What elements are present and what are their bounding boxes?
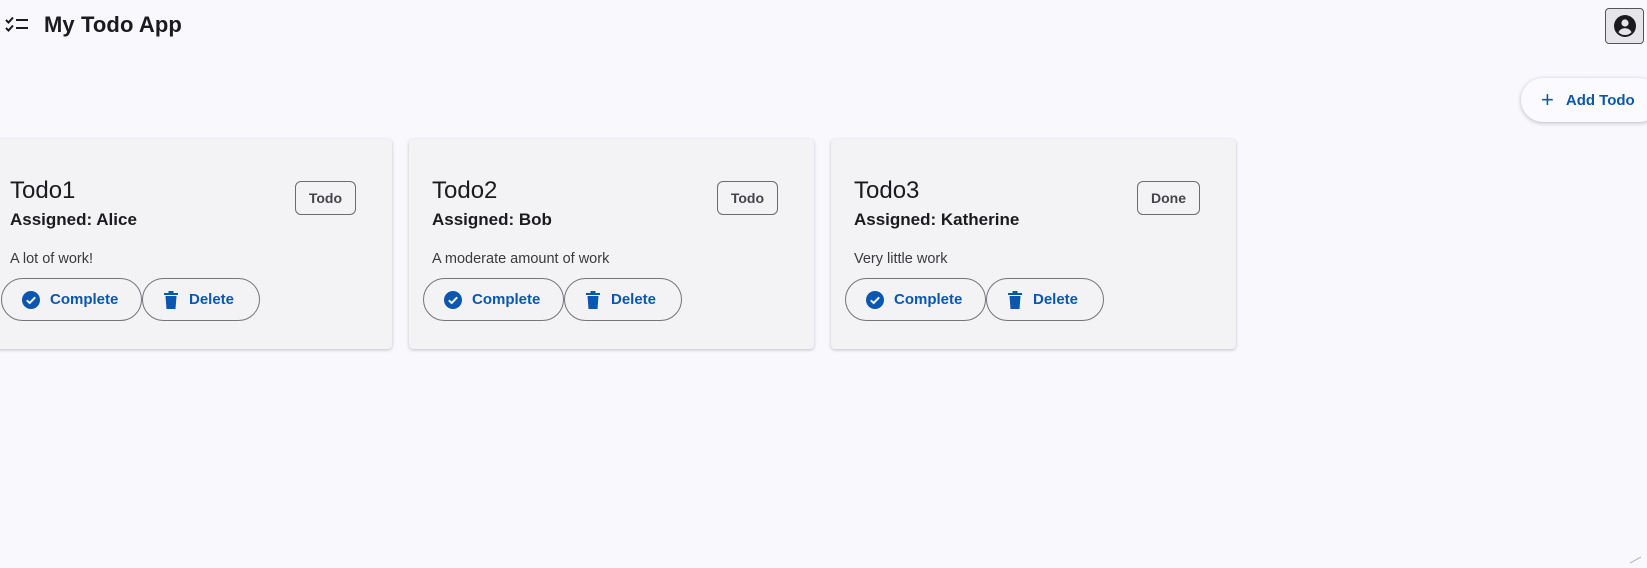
todo-card: Todo3 Assigned: Katherine Done Very litt…	[831, 139, 1236, 349]
todo-actions: Complete Delete	[845, 278, 1104, 321]
complete-label: Complete	[472, 291, 541, 308]
todo-assignee: Assigned: Katherine	[854, 210, 1020, 229]
complete-label: Complete	[894, 291, 963, 308]
add-todo-label: Add Todo	[1565, 91, 1635, 109]
app-bar: My Todo App	[0, 0, 1647, 52]
todo-description: A lot of work!	[10, 251, 94, 267]
complete-label: Complete	[50, 291, 119, 308]
todo-card: Todo1 Assigned: Alice Todo A lot of work…	[0, 139, 392, 349]
check-circle-icon	[22, 290, 40, 309]
todo-title: Todo3	[854, 177, 920, 204]
trash-icon	[586, 290, 600, 309]
status-badge: Todo	[716, 181, 778, 215]
plus-icon: +	[1541, 87, 1554, 112]
delete-label: Delete	[189, 291, 235, 308]
app-title: My Todo App	[44, 12, 182, 37]
check-circle-icon	[444, 290, 462, 309]
complete-button[interactable]: Complete	[423, 278, 564, 321]
trash-icon	[1008, 290, 1022, 309]
trash-icon	[164, 290, 178, 309]
todo-description: Very little work	[854, 251, 948, 267]
todo-assignee: Assigned: Alice	[10, 210, 137, 229]
account-circle-icon	[1613, 15, 1636, 37]
todo-actions: Complete Delete	[423, 278, 682, 321]
todo-actions: Complete Delete	[1, 278, 260, 321]
delete-button[interactable]: Delete	[142, 278, 260, 321]
status-badge: Todo	[294, 181, 356, 215]
todo-description: A moderate amount of work	[432, 251, 610, 267]
todo-title: Todo1	[10, 177, 76, 204]
account-button[interactable]	[1605, 8, 1644, 44]
complete-button[interactable]: Complete	[1, 278, 142, 321]
status-badge: Done	[1137, 181, 1200, 215]
delete-label: Delete	[1033, 291, 1079, 308]
delete-button[interactable]: Delete	[564, 278, 682, 321]
delete-button[interactable]: Delete	[986, 278, 1104, 321]
resize-handle-icon[interactable]	[1628, 556, 1642, 564]
todo-title: Todo2	[432, 177, 498, 204]
todo-assignee: Assigned: Bob	[432, 210, 552, 229]
check-circle-icon	[866, 290, 884, 309]
todo-card: Todo2 Assigned: Bob Todo A moderate amou…	[409, 139, 814, 349]
add-todo-button[interactable]: + Add Todo	[1521, 78, 1647, 122]
delete-label: Delete	[611, 291, 657, 308]
checklist-icon	[5, 16, 28, 32]
complete-button[interactable]: Complete	[845, 278, 986, 321]
